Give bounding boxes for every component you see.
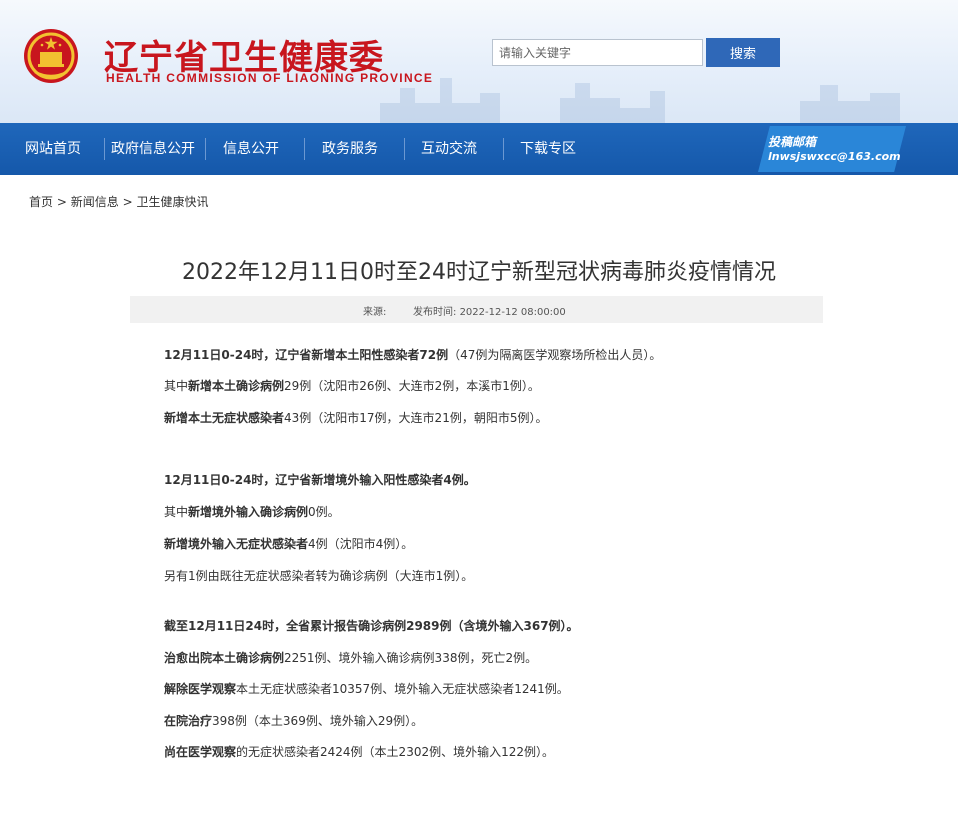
- breadcrumb: 首页 > 新闻信息 > 卫生健康快讯: [29, 193, 208, 210]
- nav-divider: [104, 138, 105, 160]
- article-date-label: 发布时间:: [413, 307, 457, 318]
- breadcrumb-health-news[interactable]: 卫生健康快讯: [136, 195, 208, 209]
- paragraph-text: 另有1例由既往无症状感染者转为确诊病例（大连市1例）。: [164, 569, 474, 583]
- breadcrumb-news[interactable]: 新闻信息: [71, 195, 119, 209]
- paragraph-text: 其中: [164, 505, 189, 519]
- article-paragraph: 新增境外输入无症状感染者4例（沈阳市4例）。: [164, 535, 413, 552]
- search-button[interactable]: 搜索: [706, 38, 780, 67]
- paragraph-bold-text: 治愈出院本土确诊病例: [164, 651, 285, 665]
- nav-divider: [404, 138, 405, 160]
- nav-item-gov-info[interactable]: 政府信息公开: [111, 123, 195, 175]
- article-date-value: 2022-12-12 08:00:00: [459, 307, 566, 318]
- paragraph-text: （47例为隔离医学观察场所检出人员）。: [448, 348, 662, 362]
- paragraph-text: 43例（沈阳市17例，大连市21例，朝阳市5例）。: [284, 411, 548, 425]
- article-title: 2022年12月11日0时至24时辽宁新型冠状病毒肺炎疫情情况: [182, 260, 776, 285]
- article-paragraph: 12月11日0-24时，辽宁省新增境外输入阳性感染者4例。: [164, 471, 476, 488]
- paragraph-bold-text: 新增境外输入确诊病例: [188, 505, 309, 519]
- article-paragraph: 尚在医学观察的无症状感染者2424例（本土2302例、境外输入122例）。: [164, 743, 554, 760]
- article-paragraph: 其中新增本土确诊病例29例（沈阳市26例、大连市2例，本溪市1例）。: [164, 377, 540, 394]
- nav-divider: [205, 138, 206, 160]
- paragraph-text: 0例。: [308, 505, 340, 519]
- paragraph-bold-text: 新增本土无症状感染者: [164, 411, 285, 425]
- paragraph-bold-text: 解除医学观察: [164, 682, 237, 696]
- nav-item-info-public[interactable]: 信息公开: [223, 123, 279, 175]
- paragraph-text: 2251例、境外输入确诊病例338例，死亡2例。: [284, 651, 538, 665]
- paragraph-bold-text: 12月11日0-24时，辽宁省新增本土阳性感染者72例: [164, 348, 449, 362]
- paragraph-text: 4例（沈阳市4例）。: [308, 537, 414, 551]
- article-meta-bar: 来源: 发布时间: 2022-12-12 08:00:00: [130, 296, 823, 323]
- paragraph-bold-text: 新增境外输入无症状感染者: [164, 537, 309, 551]
- paragraph-text: 本土无症状感染者10357例、境外输入无症状感染者1241例。: [236, 682, 569, 696]
- nav-divider: [304, 138, 305, 160]
- nav-item-interaction[interactable]: 互动交流: [421, 123, 477, 175]
- article-paragraph: 截至12月11日24时，全省累计报告确诊病例2989例（含境外输入367例）。: [164, 617, 579, 634]
- article-paragraph: 治愈出院本土确诊病例2251例、境外输入确诊病例338例，死亡2例。: [164, 649, 537, 666]
- site-header: 辽宁省卫生健康委 HEALTH COMMISSION OF LIAONING P…: [0, 0, 958, 123]
- search-input[interactable]: [492, 39, 703, 66]
- article-paragraph: 其中新增境外输入确诊病例0例。: [164, 503, 340, 520]
- paragraph-text: 29例（沈阳市26例、大连市2例，本溪市1例）。: [284, 379, 540, 393]
- breadcrumb-home[interactable]: 首页: [29, 195, 53, 209]
- article-paragraph: 解除医学观察本土无症状感染者10357例、境外输入无症状感染者1241例。: [164, 680, 569, 697]
- mailbox-title: 投稿邮箱: [768, 135, 817, 149]
- paragraph-bold-text: 截至12月11日24时，全省累计报告确诊病例2989例（含境外输入367例）。: [164, 619, 579, 633]
- article-paragraph: 另有1例由既往无症状感染者转为确诊病例（大连市1例）。: [164, 567, 473, 584]
- breadcrumb-separator: >: [122, 195, 133, 209]
- paragraph-text: 的无症状感染者2424例（本土2302例、境外输入122例）。: [236, 745, 554, 759]
- breadcrumb-separator: >: [56, 195, 67, 209]
- paragraph-bold-text: 尚在医学观察: [164, 745, 237, 759]
- article-paragraph: 在院治疗398例（本土369例、境外输入29例）。: [164, 712, 423, 729]
- paragraph-text: 398例（本土369例、境外输入29例）。: [212, 714, 424, 728]
- site-name-en: HEALTH COMMISSION OF LIAONING PROVINCE: [106, 71, 434, 85]
- nav-divider: [503, 138, 504, 160]
- national-emblem-icon: [24, 29, 78, 83]
- article-source: 来源:: [363, 307, 387, 318]
- nav-item-home[interactable]: 网站首页: [25, 123, 81, 175]
- nav-item-services[interactable]: 政务服务: [322, 123, 378, 175]
- nav-item-download[interactable]: 下载专区: [520, 123, 576, 175]
- article-paragraph: 新增本土无症状感染者43例（沈阳市17例，大连市21例，朝阳市5例）。: [164, 409, 547, 426]
- article-date: 发布时间: 2022-12-12 08:00:00: [413, 303, 566, 318]
- paragraph-bold-text: 在院治疗: [164, 714, 213, 728]
- article-paragraph: 12月11日0-24时，辽宁省新增本土阳性感染者72例（47例为隔离医学观察场所…: [164, 346, 661, 363]
- paragraph-bold-text: 新增本土确诊病例: [188, 379, 285, 393]
- mailbox-address[interactable]: lnwsjswxcc@163.com: [768, 150, 901, 163]
- paragraph-text: 其中: [164, 379, 189, 393]
- paragraph-bold-text: 12月11日0-24时，辽宁省新增境外输入阳性感染者4例。: [164, 473, 476, 487]
